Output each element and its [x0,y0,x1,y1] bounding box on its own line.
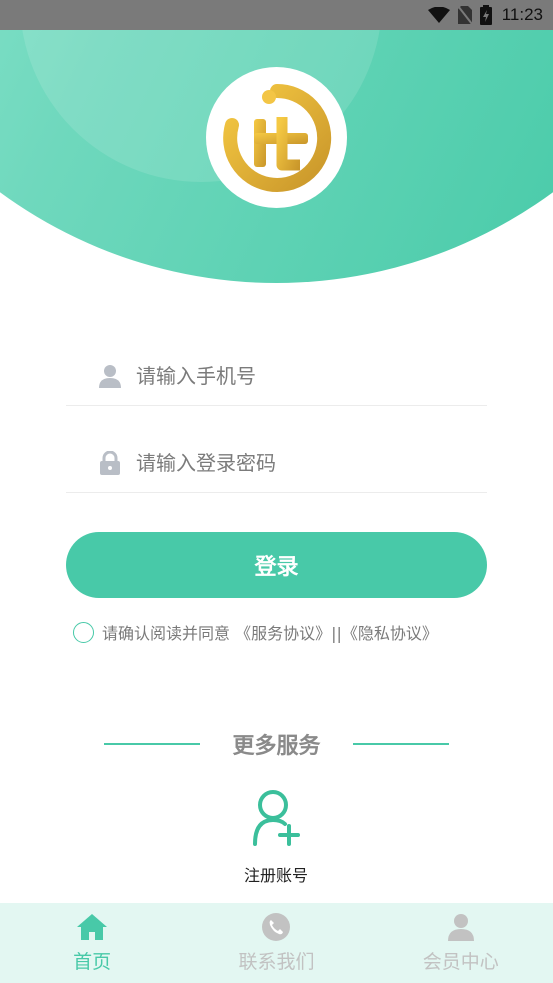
status-bar: 11:23 [0,0,553,30]
more-services-header: 更多服务 [104,728,449,760]
tab-home[interactable]: 首页 [22,913,162,974]
phone-icon [262,912,291,945]
register-account-label: 注册账号 [243,866,308,885]
password-field-row [66,433,487,493]
phone-field-row [66,346,487,406]
wifi-icon [427,7,450,23]
battery-icon [479,5,492,25]
register-account-button[interactable]: 注册账号 [226,788,326,886]
home-icon [76,913,108,945]
tab-home-label: 首页 [73,950,112,973]
agreement-text[interactable]: 请确认阅读并同意 《服务协议》||《隐私协议》 [102,620,438,644]
header-banner [0,30,553,283]
agreement-checkbox[interactable] [73,621,94,643]
password-input[interactable] [136,450,476,475]
more-services-title: 更多服务 [232,734,321,759]
tab-member-label: 会员中心 [422,950,499,973]
bottom-tab-bar: 首页 联系我们 会员中心 [0,903,553,983]
user-icon [98,364,122,388]
user-icon [447,913,475,945]
tab-member[interactable]: 会员中心 [391,913,531,974]
no-sim-icon [457,6,472,24]
tab-contact[interactable]: 联系我们 [206,912,346,974]
app-logo [206,67,347,208]
phone-input[interactable] [136,363,476,388]
divider-right [352,743,449,745]
lock-icon [98,450,122,475]
tab-contact-label: 联系我们 [238,950,315,973]
add-user-icon [251,788,301,850]
status-time: 11:23 [501,5,543,24]
divider-left [104,743,200,745]
login-button[interactable]: 登录 [66,532,487,598]
agreement-row: 请确认阅读并同意 《服务协议》||《隐私协议》 [73,620,438,644]
logo-icon [222,83,331,192]
